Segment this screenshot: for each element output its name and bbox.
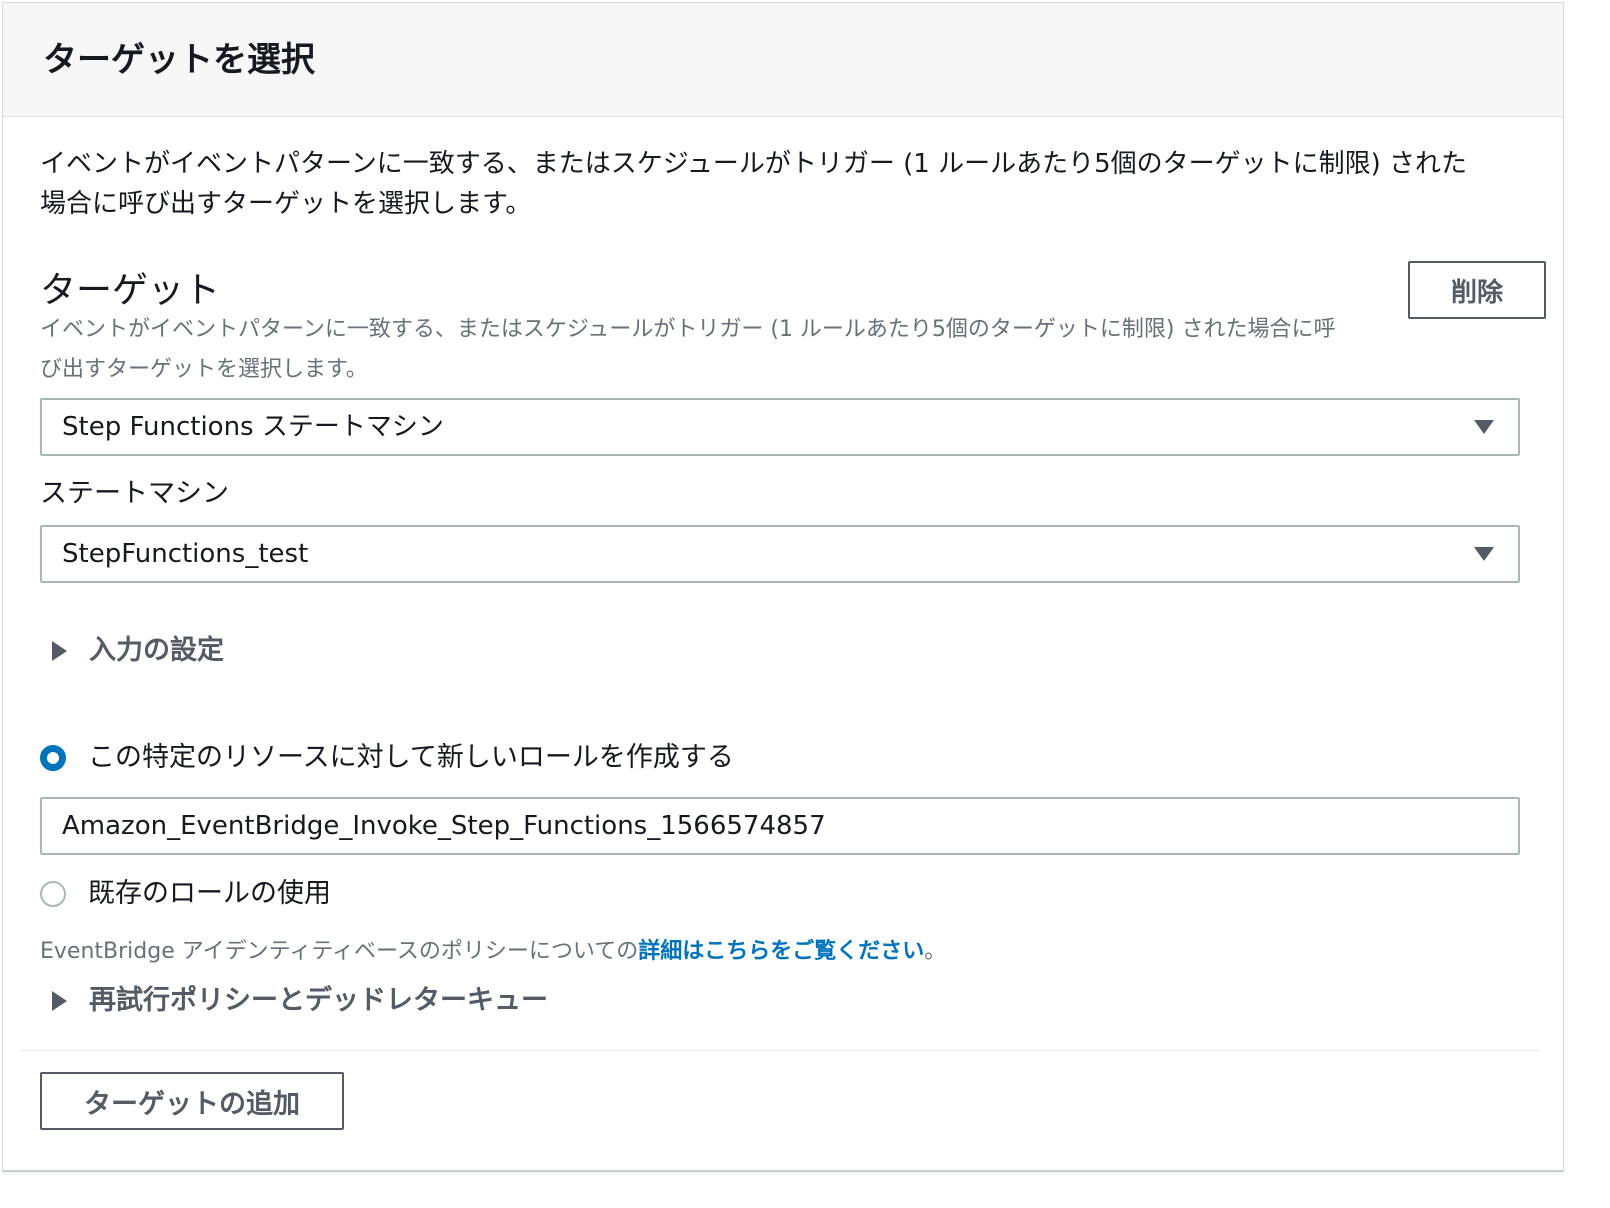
target-heading: ターゲット (40, 270, 221, 311)
role-new-radio[interactable] (40, 745, 66, 771)
role-existing-label: 既存のロールの使用 (88, 878, 331, 909)
intro-description: イベントがイベントパターンに一致する、またはスケジュールがトリガー (1 ルール… (40, 144, 1530, 224)
policy-help-text: EventBridge アイデンティティベースのポリシーについての詳細はこちらを… (40, 932, 946, 972)
delete-button[interactable]: 削除 (1408, 261, 1546, 319)
policy-help-prefix: EventBridge アイデンティティベースのポリシーについての (40, 939, 639, 964)
panel-header: ターゲットを選択 (3, 3, 1563, 117)
policy-help-suffix: 。 (924, 939, 947, 964)
retry-policy-label: 再試行ポリシーとデッドレターキュー (89, 985, 548, 1016)
input-settings-label: 入力の設定 (89, 635, 224, 666)
add-target-button[interactable]: ターゲットの追加 (40, 1072, 344, 1130)
caret-down-icon (1474, 547, 1494, 561)
target-type-select-value: Step Functions ステートマシン (62, 412, 444, 442)
learn-more-link[interactable]: 詳細はこちらをご覧ください (638, 939, 924, 964)
state-machine-select[interactable]: StepFunctions_test (40, 525, 1520, 583)
role-name-input[interactable] (40, 797, 1520, 855)
target-description-line-2: び出すターゲットを選択します。 (40, 357, 368, 382)
role-existing-radio[interactable] (40, 881, 66, 907)
target-type-select[interactable]: Step Functions ステートマシン (40, 398, 1520, 456)
role-new-option[interactable]: この特定のリソースに対して新しいロールを作成する (40, 738, 734, 778)
role-existing-option[interactable]: 既存のロールの使用 (40, 874, 331, 914)
state-machine-label: ステートマシン (40, 478, 229, 509)
intro-line-1: イベントがイベントパターンに一致する、またはスケジュールがトリガー (1 ルール… (40, 149, 1468, 179)
role-new-label: この特定のリソースに対して新しいロールを作成する (88, 742, 734, 773)
target-description-line-1: イベントがイベントパターンに一致する、またはスケジュールがトリガー (1 ルール… (40, 317, 1336, 342)
retry-policy-expander[interactable]: 再試行ポリシーとデッドレターキュー (52, 981, 548, 1021)
target-description: イベントがイベントパターンに一致する、またはスケジュールがトリガー (1 ルール… (40, 310, 1410, 390)
caret-right-icon (52, 991, 67, 1011)
caret-down-icon (1474, 420, 1494, 434)
intro-line-2: 場合に呼び出すターゲットを選択します。 (40, 189, 532, 219)
section-divider (20, 1050, 1540, 1051)
caret-right-icon (52, 641, 67, 661)
state-machine-select-value: StepFunctions_test (62, 539, 309, 569)
input-settings-expander[interactable]: 入力の設定 (52, 631, 224, 671)
panel-title: ターゲットを選択 (43, 40, 315, 80)
